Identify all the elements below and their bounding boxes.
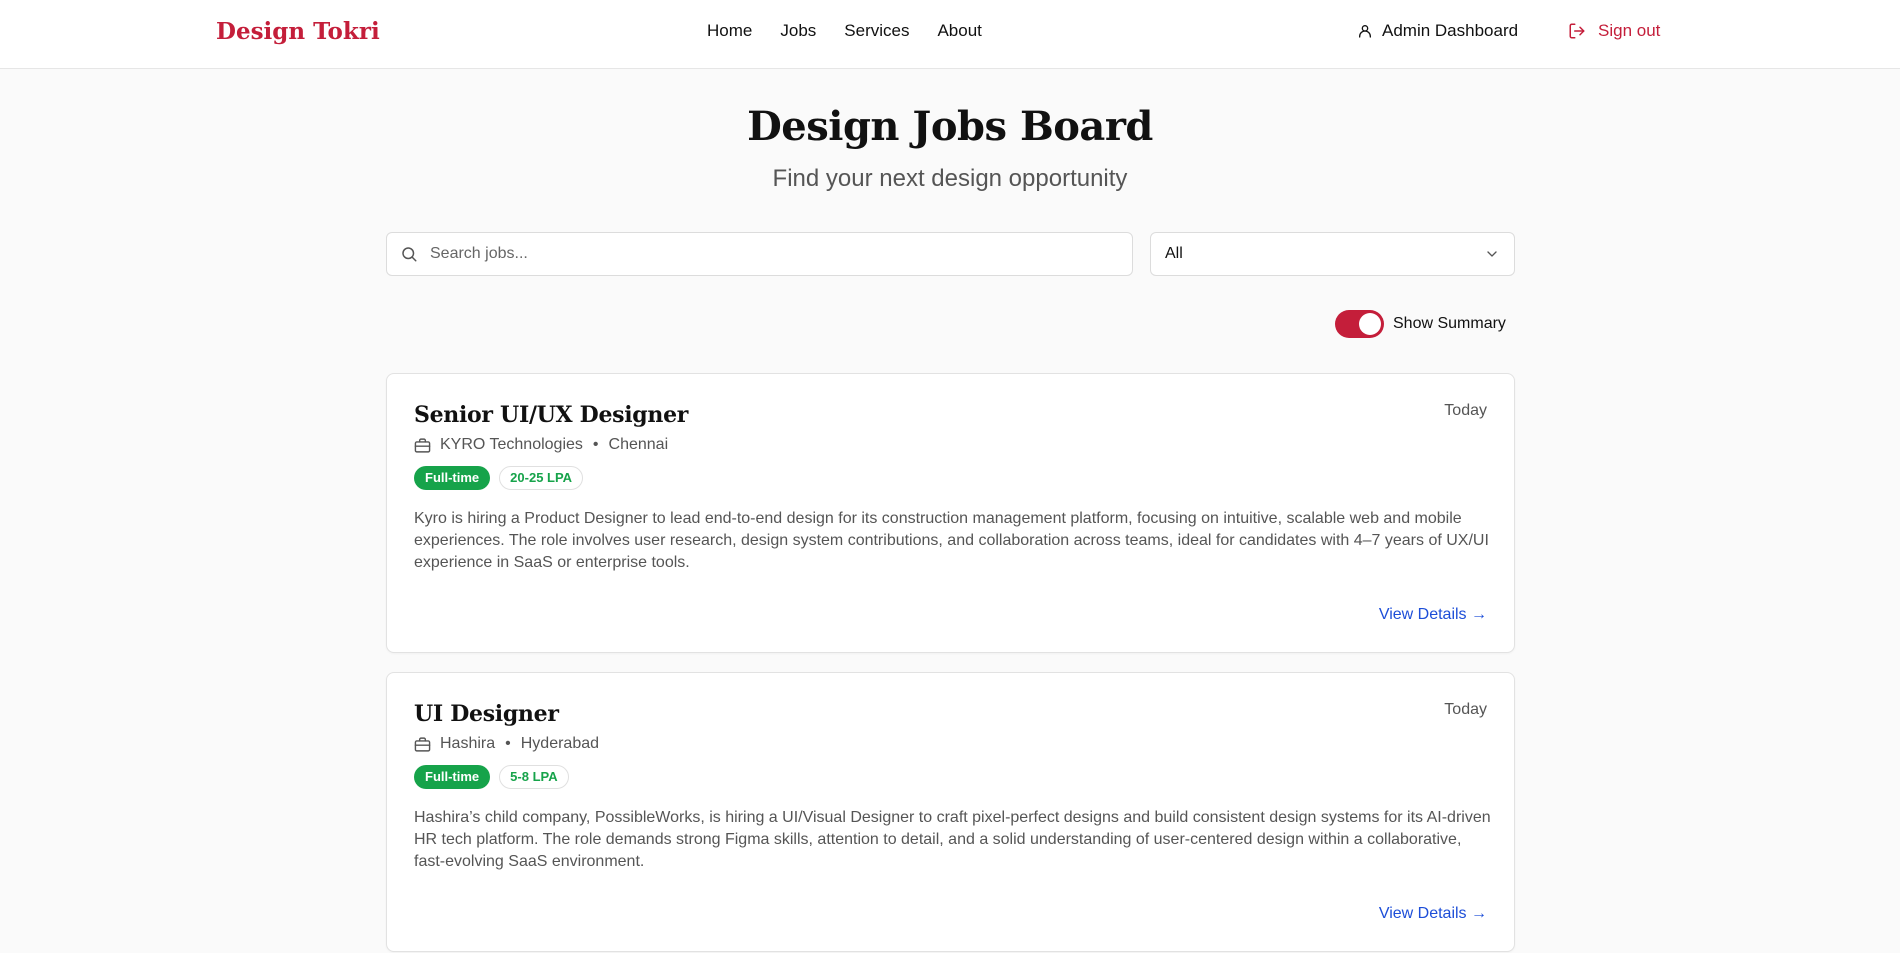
briefcase-icon — [414, 736, 431, 753]
briefcase-icon — [414, 437, 431, 454]
job-date: Today — [1444, 402, 1487, 419]
sign-out-icon — [1568, 22, 1586, 40]
page-subtitle: Find your next design opportunity — [772, 165, 1128, 192]
show-summary-toggle[interactable] — [1335, 310, 1384, 338]
job-card: Senior UI/UX Designer Today KYRO Technol… — [386, 373, 1515, 653]
meta-separator: • — [592, 436, 599, 453]
page-title: Design Jobs Board — [747, 103, 1153, 150]
salary-badge: 20-25 LPA — [499, 466, 584, 490]
admin-dashboard-link[interactable]: Admin Dashboard — [1357, 21, 1518, 41]
search-bar — [386, 232, 1133, 276]
job-type-selected-value: All — [1165, 245, 1183, 262]
chevron-down-icon — [1484, 246, 1500, 262]
job-location: Hyderabad — [520, 735, 600, 752]
job-summary: Kyro is hiring a Product Designer to lea… — [414, 510, 1489, 571]
top-navbar: Design Tokri Home Jobs Services About Ad… — [0, 0, 1900, 69]
job-type-badge: Full-time — [414, 466, 491, 490]
show-summary-toggle-row[interactable]: Show Summary — [1335, 310, 1506, 338]
job-tags: Full-time 5-8 LPA — [414, 765, 569, 789]
job-date: Today — [1444, 701, 1487, 718]
user-icon — [1357, 23, 1373, 39]
brand-logo[interactable]: Design Tokri — [216, 18, 380, 45]
search-input[interactable] — [430, 245, 1090, 263]
job-tags: Full-time 20-25 LPA — [414, 466, 584, 490]
view-details-link[interactable]: View Details → — [1379, 606, 1487, 624]
job-title[interactable]: UI Designer — [414, 701, 559, 727]
main-nav: Home Jobs Services About — [707, 21, 982, 41]
job-meta: KYRO Technologies • Chennai — [414, 436, 668, 454]
job-type-badge: Full-time — [414, 765, 491, 789]
nav-services-link[interactable]: Services — [844, 21, 909, 41]
nav-about-link[interactable]: About — [937, 21, 981, 41]
search-icon — [400, 245, 418, 263]
job-summary: Hashira’s child company, PossibleWorks, … — [414, 809, 1491, 870]
view-details-link[interactable]: View Details → — [1379, 905, 1487, 923]
salary-badge: 5-8 LPA — [499, 765, 569, 789]
toggle-knob — [1359, 313, 1381, 335]
sign-out-label: Sign out — [1598, 21, 1661, 40]
nav-home-link[interactable]: Home — [707, 21, 752, 41]
job-title[interactable]: Senior UI/UX Designer — [414, 402, 688, 428]
job-company: KYRO Technologies — [440, 436, 583, 453]
sign-out-button[interactable]: Sign out — [1568, 21, 1660, 41]
job-location: Chennai — [608, 436, 669, 453]
job-meta: Hashira • Hyderabad — [414, 735, 599, 753]
nav-jobs-link[interactable]: Jobs — [780, 21, 816, 41]
job-company: Hashira — [440, 735, 496, 752]
admin-dashboard-label: Admin Dashboard — [1382, 21, 1519, 40]
job-card: UI Designer Today Hashira • Hyderabad Fu… — [386, 672, 1515, 952]
show-summary-label: Show Summary — [1393, 315, 1506, 332]
meta-separator: • — [505, 735, 511, 752]
job-type-select[interactable]: All — [1150, 232, 1515, 276]
